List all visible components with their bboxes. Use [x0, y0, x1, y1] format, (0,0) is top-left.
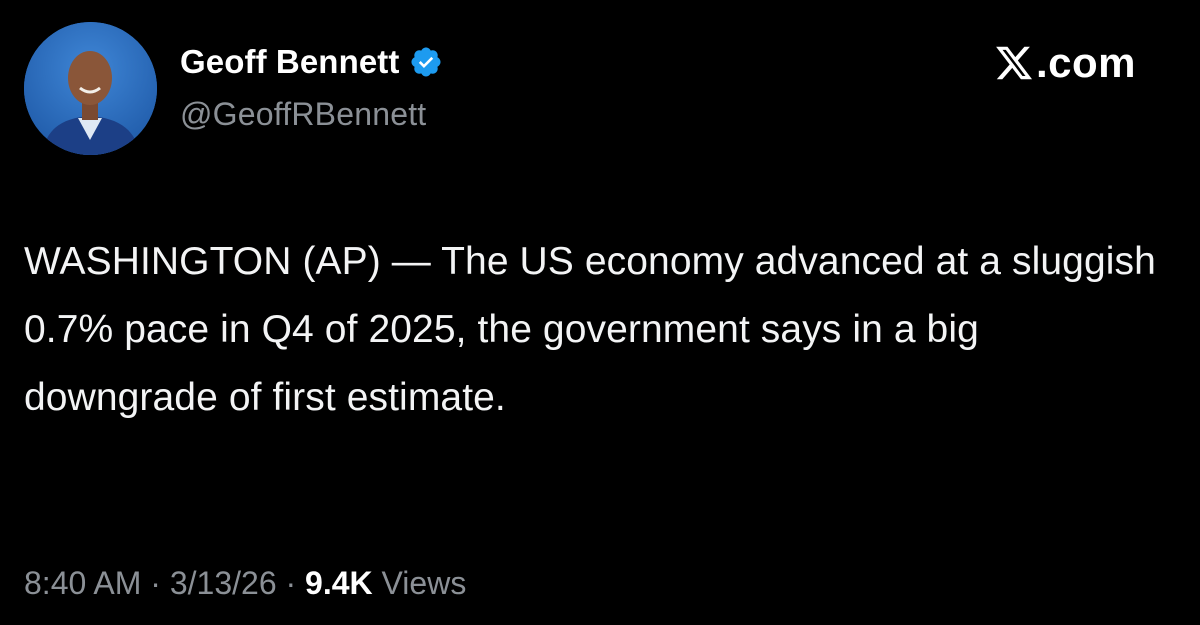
tweet-time[interactable]: 8:40 AM	[24, 565, 141, 602]
author-name[interactable]: Geoff Bennett	[180, 43, 399, 81]
avatar[interactable]	[24, 22, 157, 155]
x-logo-icon	[994, 43, 1034, 83]
verified-badge-icon	[409, 45, 443, 79]
tweet-date[interactable]: 3/13/26	[170, 565, 277, 602]
tweet-text: WASHINGTON (AP) — The US economy advance…	[24, 240, 1156, 419]
views-label: Views	[372, 565, 467, 601]
author-name-row: Geoff Bennett	[180, 40, 443, 84]
profile-photo-icon	[24, 22, 157, 155]
author-handle[interactable]: @GeoffRBennett	[180, 96, 426, 133]
brand: .com	[994, 38, 1136, 88]
meta-separator: ·	[276, 565, 306, 601]
tweet-card: Geoff Bennett @GeoffRBennett .com WASHIN…	[0, 0, 1200, 625]
meta-separator: ·	[141, 565, 170, 601]
tweet-meta: 8:40 AM · 3/13/26 · 9.4K Views	[24, 565, 466, 602]
brand-domain: .com	[1035, 39, 1136, 86]
views-count[interactable]: 9.4K	[305, 565, 373, 602]
